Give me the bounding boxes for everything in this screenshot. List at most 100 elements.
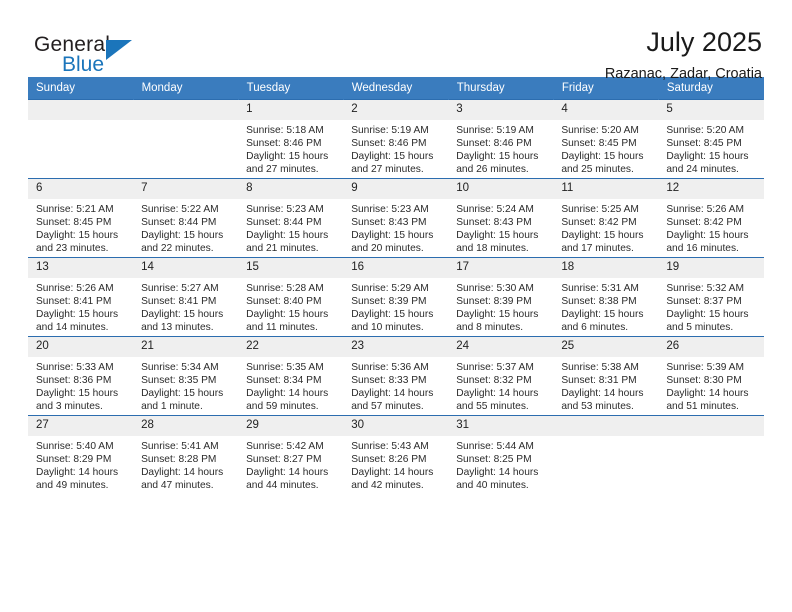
- day-number: [133, 100, 239, 120]
- day-number: 25: [553, 337, 659, 357]
- day-cell[interactable]: 19 Sunrise: 5:32 AM Sunset: 8:37 PM Dayligh…: [658, 257, 764, 337]
- daylight-text-cont: and 57 minutes.: [351, 401, 424, 413]
- day-cell[interactable]: 2 Sunrise: 5:19 AM Sunset: 8:46 PM Daylight…: [343, 99, 449, 179]
- day-details: Sunrise: 5:26 AM Sunset: 8:41 PM Daylight:…: [28, 278, 133, 335]
- day-number: 27: [28, 416, 134, 436]
- sunset-text: Sunset: 8:44 PM: [141, 216, 217, 228]
- sunrise-text: Sunrise: 5:19 AM: [456, 124, 534, 136]
- sunset-text: Sunset: 8:45 PM: [666, 137, 742, 149]
- day-cell[interactable]: 25 Sunrise: 5:38 AM Sunset: 8:31 PM Dayligh…: [553, 336, 659, 416]
- day-cell[interactable]: 11 Sunrise: 5:25 AM Sunset: 8:42 PM Dayligh…: [553, 178, 659, 258]
- day-cell[interactable]: 29 Sunrise: 5:42 AM Sunset: 8:27 PM Dayligh…: [238, 415, 344, 494]
- daylight-text: Daylight: 14 hours: [36, 467, 119, 479]
- day-number: [658, 416, 764, 436]
- sunset-text: Sunset: 8:31 PM: [561, 374, 637, 386]
- day-cell[interactable]: 15 Sunrise: 5:28 AM Sunset: 8:40 PM Dayligh…: [238, 257, 344, 337]
- sunrise-text: Sunrise: 5:43 AM: [351, 440, 429, 452]
- daylight-text: Daylight: 15 hours: [36, 230, 119, 242]
- day-number: 7: [133, 179, 239, 199]
- day-number: 4: [553, 100, 659, 120]
- daylight-text-cont: and 25 minutes.: [561, 164, 634, 176]
- sunrise-text: Sunrise: 5:26 AM: [36, 282, 114, 294]
- day-number: 24: [448, 337, 554, 357]
- day-cell-empty: [133, 99, 239, 179]
- day-cell[interactable]: 13 Sunrise: 5:26 AM Sunset: 8:41 PM Dayligh…: [28, 257, 134, 337]
- daylight-text: Daylight: 15 hours: [351, 309, 434, 321]
- day-cell[interactable]: 20 Sunrise: 5:33 AM Sunset: 8:36 PM Dayligh…: [28, 336, 134, 416]
- day-cell[interactable]: 21 Sunrise: 5:34 AM Sunset: 8:35 PM Dayligh…: [133, 336, 239, 416]
- day-number: 16: [343, 258, 449, 278]
- day-details: Sunrise: 5:27 AM Sunset: 8:41 PM Daylight:…: [133, 278, 238, 335]
- day-cell-empty: [28, 99, 134, 179]
- day-cell[interactable]: 24 Sunrise: 5:37 AM Sunset: 8:32 PM Dayligh…: [448, 336, 554, 416]
- sunrise-text: Sunrise: 5:34 AM: [141, 361, 219, 373]
- day-cell[interactable]: 3 Sunrise: 5:19 AM Sunset: 8:46 PM Daylight…: [448, 99, 554, 179]
- day-cell[interactable]: 31 Sunrise: 5:44 AM Sunset: 8:25 PM Dayligh…: [448, 415, 554, 494]
- day-cell[interactable]: 17 Sunrise: 5:30 AM Sunset: 8:39 PM Dayligh…: [448, 257, 554, 337]
- day-cell[interactable]: 6 Sunrise: 5:21 AM Sunset: 8:45 PM Daylight…: [28, 178, 134, 258]
- day-cell[interactable]: 16 Sunrise: 5:29 AM Sunset: 8:39 PM Dayligh…: [343, 257, 449, 337]
- day-details: Sunrise: 5:44 AM Sunset: 8:25 PM Daylight:…: [448, 436, 553, 493]
- day-details: Sunrise: 5:34 AM Sunset: 8:35 PM Daylight:…: [133, 357, 238, 414]
- daylight-text-cont: and 20 minutes.: [351, 243, 424, 255]
- sunset-text: Sunset: 8:44 PM: [246, 216, 322, 228]
- sunrise-text: Sunrise: 5:31 AM: [561, 282, 639, 294]
- day-cell[interactable]: 4 Sunrise: 5:20 AM Sunset: 8:45 PM Daylight…: [553, 99, 659, 179]
- day-details: Sunrise: 5:39 AM Sunset: 8:30 PM Daylight:…: [658, 357, 763, 414]
- daylight-text: Daylight: 14 hours: [456, 467, 539, 479]
- daylight-text: Daylight: 15 hours: [456, 309, 539, 321]
- day-cell[interactable]: 23 Sunrise: 5:36 AM Sunset: 8:33 PM Dayligh…: [343, 336, 449, 416]
- sunrise-text: Sunrise: 5:38 AM: [561, 361, 639, 373]
- day-details: Sunrise: 5:30 AM Sunset: 8:39 PM Daylight:…: [448, 278, 553, 335]
- week-row: 6 Sunrise: 5:21 AM Sunset: 8:45 PM Daylight…: [28, 178, 764, 258]
- day-cell[interactable]: 7 Sunrise: 5:22 AM Sunset: 8:44 PM Daylight…: [133, 178, 239, 258]
- daylight-text-cont: and 16 minutes.: [666, 243, 739, 255]
- day-number: 14: [133, 258, 239, 278]
- sunset-text: Sunset: 8:28 PM: [141, 453, 217, 465]
- daylight-text-cont: and 18 minutes.: [456, 243, 529, 255]
- day-cell[interactable]: 28 Sunrise: 5:41 AM Sunset: 8:28 PM Dayligh…: [133, 415, 239, 494]
- day-cell[interactable]: 14 Sunrise: 5:27 AM Sunset: 8:41 PM Dayligh…: [133, 257, 239, 337]
- daylight-text-cont: and 59 minutes.: [246, 401, 319, 413]
- day-cell[interactable]: 10 Sunrise: 5:24 AM Sunset: 8:43 PM Dayligh…: [448, 178, 554, 258]
- page-header: General Blue July 2025 Razanac, Zadar, C…: [28, 0, 764, 83]
- day-cell[interactable]: 1 Sunrise: 5:18 AM Sunset: 8:46 PM Daylight…: [238, 99, 344, 179]
- day-cell[interactable]: 5 Sunrise: 5:20 AM Sunset: 8:45 PM Daylight…: [658, 99, 764, 179]
- day-number: 3: [448, 100, 554, 120]
- day-cell[interactable]: 30 Sunrise: 5:43 AM Sunset: 8:26 PM Dayligh…: [343, 415, 449, 494]
- day-number: 23: [343, 337, 449, 357]
- daylight-text: Daylight: 14 hours: [351, 467, 434, 479]
- sunset-text: Sunset: 8:25 PM: [456, 453, 532, 465]
- daylight-text: Daylight: 15 hours: [561, 230, 644, 242]
- day-number: 8: [238, 179, 344, 199]
- day-cell[interactable]: 27 Sunrise: 5:40 AM Sunset: 8:29 PM Dayligh…: [28, 415, 134, 494]
- sunset-text: Sunset: 8:46 PM: [246, 137, 322, 149]
- day-number: 17: [448, 258, 554, 278]
- day-number: 10: [448, 179, 554, 199]
- day-number: 11: [553, 179, 659, 199]
- sunset-text: Sunset: 8:45 PM: [36, 216, 112, 228]
- sunrise-text: Sunrise: 5:41 AM: [141, 440, 219, 452]
- sunset-text: Sunset: 8:46 PM: [456, 137, 532, 149]
- day-number: 31: [448, 416, 554, 436]
- day-cell[interactable]: 8 Sunrise: 5:23 AM Sunset: 8:44 PM Daylight…: [238, 178, 344, 258]
- daylight-text: Daylight: 15 hours: [456, 230, 539, 242]
- title-block: July 2025 Razanac, Zadar, Croatia: [605, 28, 764, 83]
- day-cell-empty: [658, 415, 764, 494]
- daylight-text-cont: and 53 minutes.: [561, 401, 634, 413]
- day-cell[interactable]: 9 Sunrise: 5:23 AM Sunset: 8:43 PM Daylight…: [343, 178, 449, 258]
- daylight-text-cont: and 24 minutes.: [666, 164, 739, 176]
- day-details: Sunrise: 5:22 AM Sunset: 8:44 PM Daylight:…: [133, 199, 238, 256]
- daylight-text: Daylight: 14 hours: [141, 467, 224, 479]
- day-cell[interactable]: 22 Sunrise: 5:35 AM Sunset: 8:34 PM Dayligh…: [238, 336, 344, 416]
- sunset-text: Sunset: 8:42 PM: [561, 216, 637, 228]
- day-cell[interactable]: 12 Sunrise: 5:26 AM Sunset: 8:42 PM Dayligh…: [658, 178, 764, 258]
- day-number: 1: [238, 100, 344, 120]
- day-cell[interactable]: 26 Sunrise: 5:39 AM Sunset: 8:30 PM Dayligh…: [658, 336, 764, 416]
- sunrise-text: Sunrise: 5:23 AM: [351, 203, 429, 215]
- day-cell[interactable]: 18 Sunrise: 5:31 AM Sunset: 8:38 PM Dayligh…: [553, 257, 659, 337]
- daylight-text: Daylight: 14 hours: [456, 388, 539, 400]
- sunset-text: Sunset: 8:33 PM: [351, 374, 427, 386]
- week-row: 13 Sunrise: 5:26 AM Sunset: 8:41 PM Dayligh…: [28, 257, 764, 337]
- weekday-header-sunday: Sunday: [28, 77, 134, 100]
